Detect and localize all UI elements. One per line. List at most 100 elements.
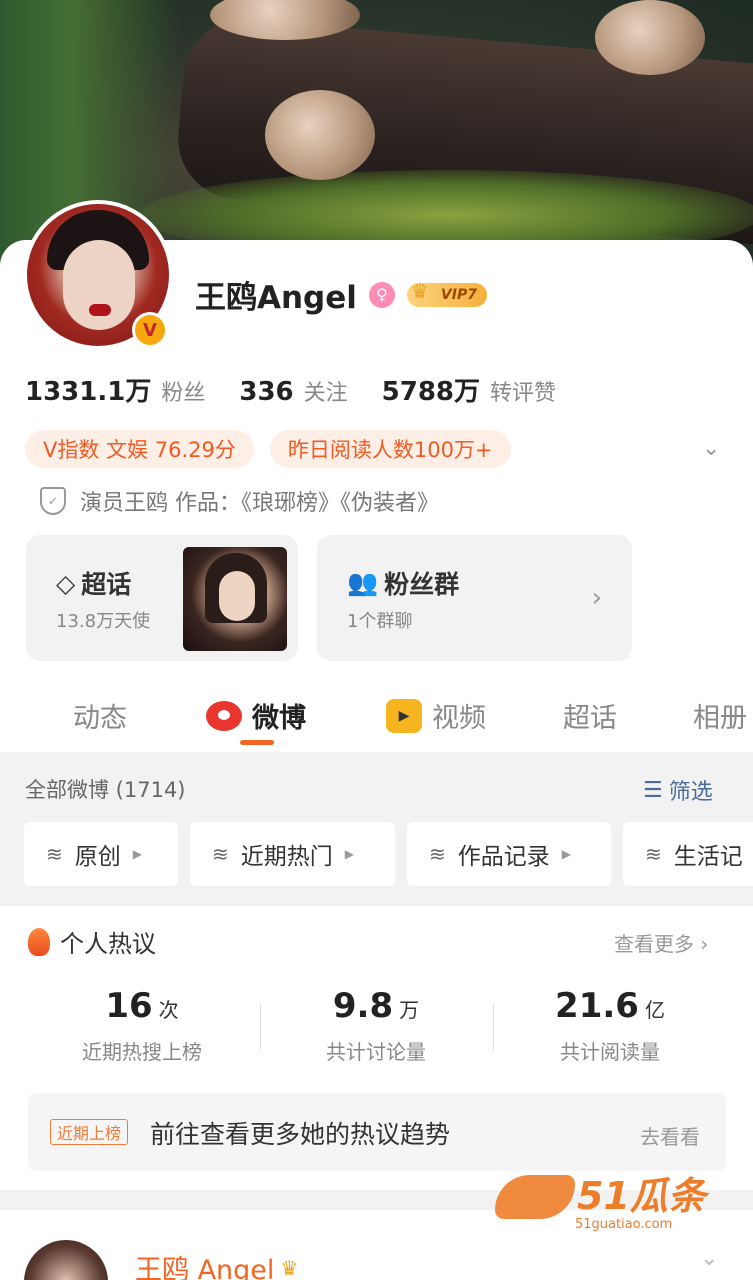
layers-icon: ≋ xyxy=(212,842,229,866)
tab-label: 超话 xyxy=(563,703,617,734)
chip-original[interactable]: ≋ 原创 ▶ xyxy=(24,822,178,886)
see-more-link[interactable]: 查看更多 › xyxy=(614,928,708,957)
triangle-right-icon: ▶ xyxy=(132,847,142,861)
vip-crown-icon: ♛ xyxy=(280,1255,299,1280)
metric-reads: 21.6 亿 共计阅读量 xyxy=(500,986,720,1065)
super-topic-box[interactable]: ◇ 超话 13.8万天使 xyxy=(26,535,298,661)
followers-label[interactable]: 粉丝 xyxy=(161,375,205,407)
divider xyxy=(493,1004,494,1050)
weibo-icon xyxy=(206,700,242,731)
tab-weibo[interactable]: 微博 xyxy=(206,696,306,735)
triangle-right-icon: ▶ xyxy=(344,847,354,861)
v-index-pill[interactable]: V指数 文娱 76.29分 xyxy=(25,430,254,468)
tab-album[interactable]: 相册 xyxy=(693,696,747,735)
layers-icon: ≋ xyxy=(645,842,662,866)
hot-discussion-section: 个人热议 查看更多 › 16 次 近期热搜上榜 9.8 万 共计讨论量 21.6 亿 … xyxy=(0,906,753,1190)
chevron-down-icon[interactable]: ⌄ xyxy=(702,436,726,461)
tab-dynamics[interactable]: 动态 xyxy=(73,696,127,735)
filter-icon: ☰ xyxy=(643,777,663,803)
tab-label: 相册 xyxy=(693,703,747,734)
chevron-right-icon: › xyxy=(591,583,602,613)
watermark-fish-icon xyxy=(495,1175,575,1219)
tab-label: 动态 xyxy=(73,703,127,734)
chevron-down-icon[interactable]: ⌄ xyxy=(700,1246,718,1271)
cover-snail xyxy=(265,90,375,180)
following-count[interactable]: 336 xyxy=(239,377,293,407)
avatar-face xyxy=(63,240,135,330)
profile-tabs: 动态 微博 ▶ 视频 超话 相册 xyxy=(0,690,753,750)
filter-button[interactable]: ☰ 筛选 xyxy=(643,774,713,806)
fan-group-title: 粉丝群 xyxy=(384,570,460,599)
super-topic-thumbnail xyxy=(183,547,287,651)
see-more-label: 查看更多 xyxy=(614,932,694,956)
metric-unit: 次 xyxy=(158,998,179,1022)
post-author: 王鸥 Angel xyxy=(135,1255,275,1280)
video-icon: ▶ xyxy=(386,698,422,733)
occupation-text: 演员王鸥 作品：《琅琊榜》《伪装者》 xyxy=(80,491,439,516)
group-icon: 👥 xyxy=(347,568,379,597)
fan-group-title-row: 👥 粉丝群 xyxy=(347,565,459,601)
metric-unit: 万 xyxy=(399,998,420,1022)
chip-label: 近期热门 xyxy=(240,844,333,870)
layers-icon: ≋ xyxy=(429,842,446,866)
tab-video[interactable]: ▶ 视频 xyxy=(386,696,486,735)
occupation-row: ✓ 演员王鸥 作品：《琅琊榜》《伪装者》 xyxy=(40,485,439,517)
hot-title-row: 个人热议 xyxy=(28,924,156,959)
post-author-row[interactable]: 王鸥 Angel ♛ xyxy=(135,1248,298,1280)
banner-message: 前往查看更多她的热议趋势 xyxy=(150,1120,451,1149)
followers-count[interactable]: 1331.1万 xyxy=(25,371,151,408)
layers-icon: ≋ xyxy=(46,842,63,866)
metric-label: 近期热搜上榜 xyxy=(82,1040,202,1064)
following-label[interactable]: 关注 xyxy=(304,375,348,407)
metric-discussion: 9.8 万 共计讨论量 xyxy=(266,986,486,1065)
chevron-right-icon: › xyxy=(700,932,709,956)
vip-badge[interactable]: ♛ VIP7 xyxy=(406,279,487,307)
profile-page: V 王鸥Angel ♀ ♛ VIP7 1331.1万 粉丝 336 关注 578… xyxy=(0,0,753,1280)
chip-recent-hot[interactable]: ≋ 近期热门 ▶ xyxy=(190,822,395,886)
trend-banner[interactable]: 近期上榜 前往查看更多她的热议趋势 去看看 xyxy=(28,1093,726,1171)
recent-rank-tag: 近期上榜 xyxy=(50,1119,129,1145)
triangle-right-icon: ▶ xyxy=(561,847,571,861)
verified-badge-icon: V xyxy=(132,312,168,348)
fan-group-sub: 1个群聊 xyxy=(347,611,413,632)
go-see-link[interactable]: 去看看 xyxy=(640,1121,700,1150)
divider xyxy=(260,1004,261,1050)
active-tab-indicator xyxy=(240,740,274,745)
super-topic-sub: 13.8万天使 xyxy=(56,611,151,632)
avatar-lips xyxy=(89,304,111,316)
chip-life[interactable]: ≋ 生活记 xyxy=(623,822,753,886)
cover-snail xyxy=(595,0,705,75)
interactions-label[interactable]: 转评赞 xyxy=(490,375,556,407)
tab-super-topic[interactable]: 超话 xyxy=(563,696,617,735)
diamond-icon: ◇ xyxy=(56,568,76,598)
metric-label: 共计阅读量 xyxy=(560,1040,660,1064)
metric-num: 16 xyxy=(105,986,153,1026)
category-chips: ≋ 原创 ▶ ≋ 近期热门 ▶ ≋ 作品记录 ▶ ≋ 生活记 xyxy=(24,822,753,886)
hot-title: 个人热议 xyxy=(60,930,156,958)
metric-label: 共计讨论量 xyxy=(326,1040,426,1064)
interactions-count[interactable]: 5788万 xyxy=(382,371,480,408)
fan-group-box[interactable]: 👥 粉丝群 1个群聊 › xyxy=(317,535,632,661)
female-icon: ♀ xyxy=(368,281,395,308)
metric-num: 21.6 xyxy=(555,986,639,1026)
post-avatar[interactable] xyxy=(24,1240,108,1280)
metric-num: 9.8 xyxy=(332,986,394,1026)
name-row: 王鸥Angel ♀ ♛ VIP7 xyxy=(195,272,487,317)
read-count-pill[interactable]: 昨日阅读人数100万+ xyxy=(269,430,511,468)
flame-icon xyxy=(28,927,50,956)
super-topic-title: 超话 xyxy=(81,570,132,599)
tab-label: 微博 xyxy=(252,703,306,734)
thumb-face xyxy=(219,571,255,621)
chip-works[interactable]: ≋ 作品记录 ▶ xyxy=(407,822,611,886)
watermark-url: 51guatiao.com xyxy=(575,1217,673,1232)
watermark-logo: 51瓜条 51guatiao.com xyxy=(495,1165,735,1235)
feed-count: 全部微博 (1714) xyxy=(25,778,186,802)
chip-label: 生活记 xyxy=(673,844,743,870)
vip-crown-icon: ♛ xyxy=(410,278,429,303)
shield-icon: ✓ xyxy=(40,487,66,515)
filter-label: 筛选 xyxy=(668,780,713,805)
metric-hot-search: 16 次 近期热搜上榜 xyxy=(32,986,252,1065)
super-topic-title-row: ◇ 超话 xyxy=(56,565,131,601)
vip-label: VIP7 xyxy=(440,286,477,303)
stats-row: 1331.1万 粉丝 336 关注 5788万 转评赞 xyxy=(25,371,590,408)
